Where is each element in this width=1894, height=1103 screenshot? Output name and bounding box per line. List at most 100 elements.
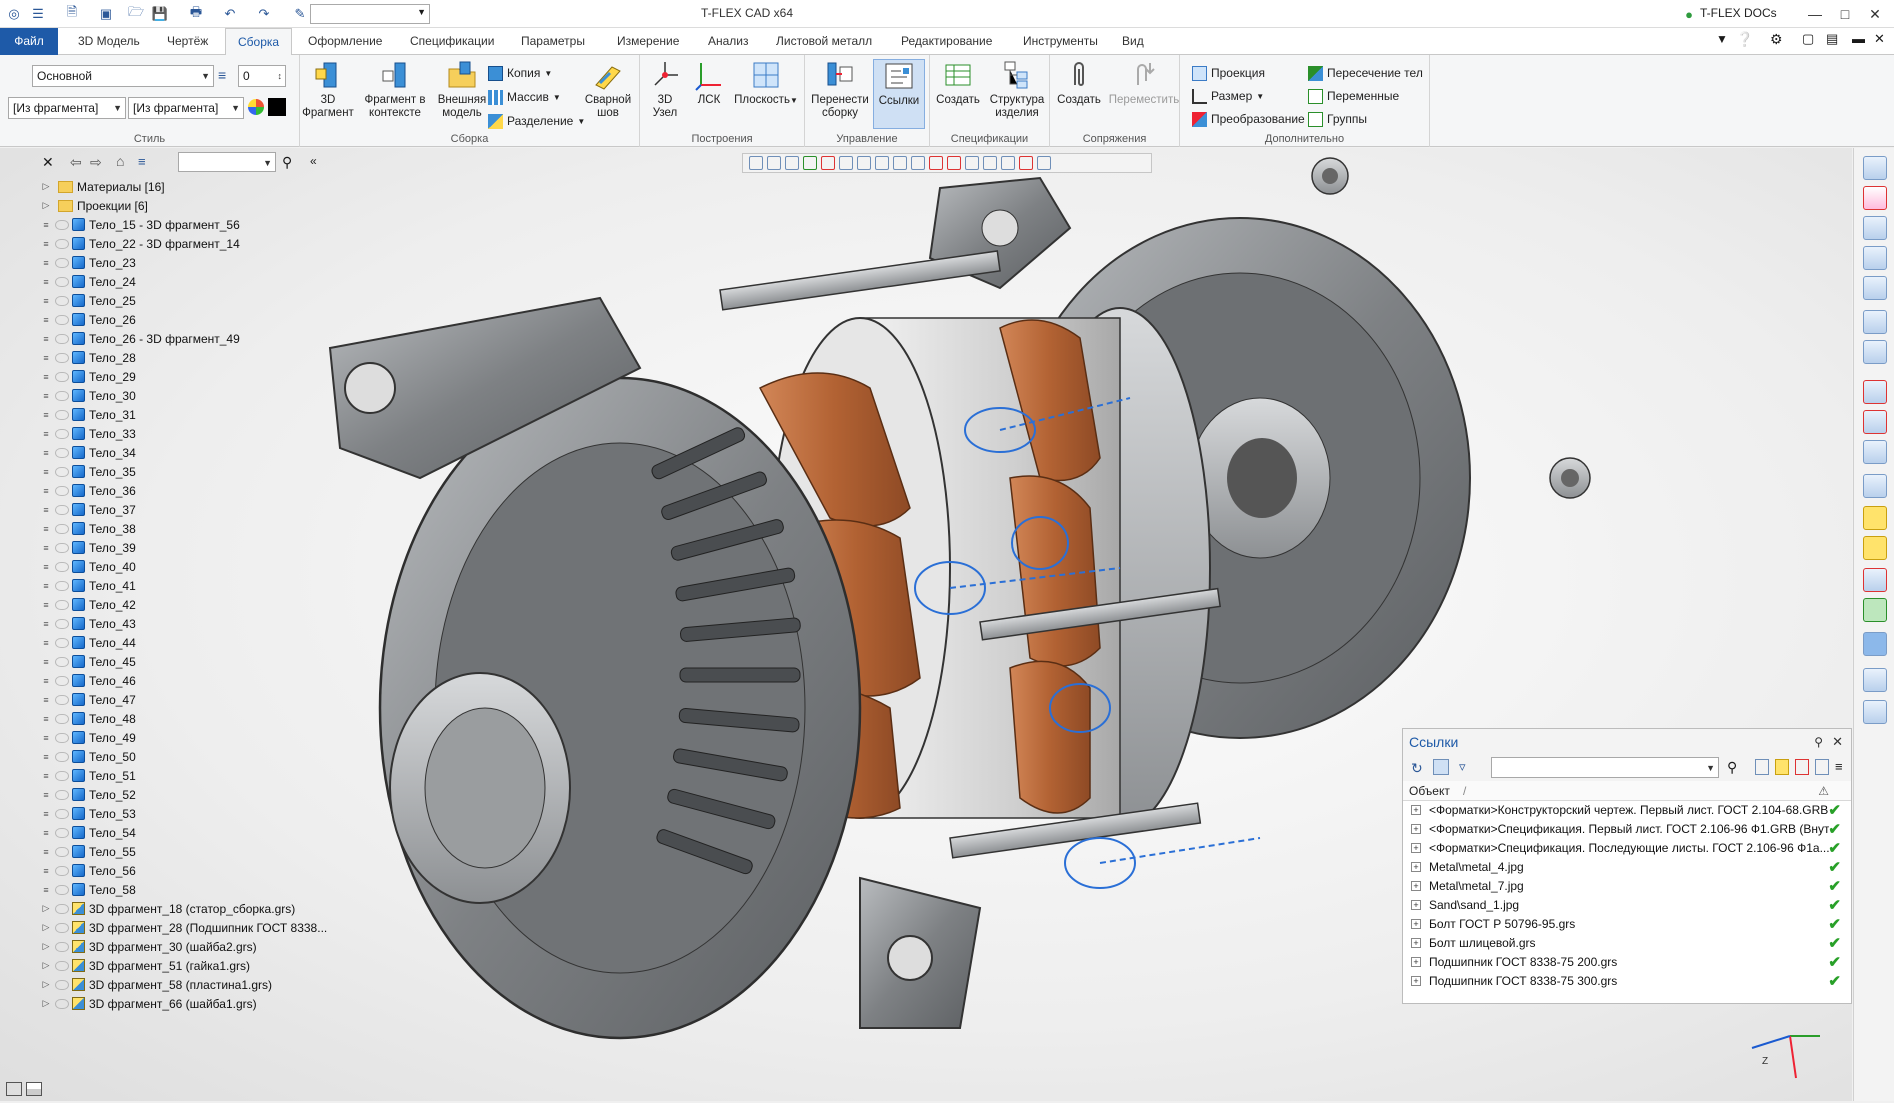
collapse-panel-icon[interactable]: « (310, 154, 317, 168)
forward-icon[interactable]: ⇨ (90, 154, 102, 171)
visibility-eye-icon[interactable] (55, 542, 69, 553)
expand-arrow-icon[interactable]: ▷ (40, 181, 52, 192)
style-combo-1[interactable]: [Из фрагмента] ▼ (8, 97, 126, 119)
color-swatch[interactable] (268, 98, 286, 116)
drag-handle-icon[interactable]: ≡ (40, 505, 52, 515)
link-remove-icon[interactable] (1795, 759, 1809, 775)
tree-item[interactable]: ▷ Проекции [6] (40, 196, 340, 215)
tree-item[interactable]: ≡ Тело_53 (40, 804, 340, 823)
grid-icon[interactable] (857, 156, 871, 170)
visibility-eye-icon[interactable] (55, 276, 69, 287)
visibility-eye-icon[interactable] (55, 466, 69, 477)
expand-plus-icon[interactable]: + (1411, 824, 1421, 834)
layout-split-icon[interactable] (26, 1082, 42, 1096)
tree-item[interactable]: ≡ Тело_26 - 3D фрагмент_49 (40, 329, 340, 348)
expand-plus-icon[interactable]: + (1411, 805, 1421, 815)
wire-cube-icon[interactable] (1863, 474, 1887, 498)
drag-handle-icon[interactable]: ≡ (40, 429, 52, 439)
tree-item[interactable]: ≡ Тело_50 (40, 747, 340, 766)
tree-item[interactable]: ≡ Тело_37 (40, 500, 340, 519)
visibility-eye-icon[interactable] (55, 732, 69, 743)
move-mate-button[interactable]: Переместить (1108, 59, 1180, 107)
fragment-in-context-button[interactable]: Фрагмент в контексте (358, 59, 432, 120)
back-icon[interactable]: ⇦ (70, 154, 82, 171)
window-minimize-doc-icon[interactable]: ▬ (1852, 31, 1865, 46)
drag-handle-icon[interactable]: ≡ (40, 448, 52, 458)
expand-arrow-icon[interactable]: ▷ (40, 998, 52, 1009)
links-button[interactable]: Ссылки (873, 59, 925, 129)
create-spec-button[interactable]: Создать (932, 59, 984, 107)
tree-item[interactable]: ≡ Тело_36 (40, 481, 340, 500)
edit-tools-icon[interactable] (1863, 668, 1887, 692)
tree-item[interactable]: ▷ 3D фрагмент_66 (шайба1.grs) (40, 994, 340, 1013)
expand-arrow-icon[interactable]: ▷ (40, 200, 52, 211)
expand-plus-icon[interactable]: + (1411, 938, 1421, 948)
zoom-all-icon[interactable] (1863, 276, 1887, 300)
weld-button[interactable]: Сварной шов (580, 59, 636, 120)
visibility-eye-icon[interactable] (55, 314, 69, 325)
cube-small-icon[interactable] (1037, 156, 1051, 170)
link-row[interactable]: + <Форматки>Спецификация. Последующие лис… (1403, 839, 1851, 858)
drag-handle-icon[interactable]: ≡ (40, 790, 52, 800)
face-icon[interactable] (929, 156, 943, 170)
tree-item[interactable]: ≡ Тело_24 (40, 272, 340, 291)
drag-handle-icon[interactable]: ≡ (40, 638, 52, 648)
drag-handle-icon[interactable]: ≡ (40, 619, 52, 629)
section-icon[interactable] (875, 156, 889, 170)
tree-item[interactable]: ≡ Тело_54 (40, 823, 340, 842)
drag-handle-icon[interactable]: ≡ (40, 315, 52, 325)
tree-item[interactable]: ≡ Тело_29 (40, 367, 340, 386)
body-intersection-button[interactable]: Пересечение тел (1308, 63, 1423, 83)
expand-plus-icon[interactable]: + (1411, 881, 1421, 891)
visibility-eye-icon[interactable] (55, 846, 69, 857)
drag-handle-icon[interactable]: ≡ (40, 600, 52, 610)
color-palette-icon[interactable] (248, 99, 264, 115)
window-close-doc-icon[interactable]: ✕ (1874, 31, 1885, 47)
section-plane-icon[interactable] (1863, 568, 1887, 592)
layer-combo[interactable]: Основной ▼ (32, 65, 214, 87)
tab-3d-model[interactable]: 3D Модель (66, 28, 152, 55)
visibility-eye-icon[interactable] (55, 979, 69, 990)
visibility-eye-icon[interactable] (55, 675, 69, 686)
copy-button[interactable]: Копия ▼ (488, 63, 552, 83)
expand-arrow-icon[interactable]: ▷ (40, 979, 52, 990)
visibility-eye-icon[interactable] (55, 656, 69, 667)
maximize-button[interactable]: □ (1830, 2, 1860, 26)
visibility-eye-icon[interactable] (55, 960, 69, 971)
tree-item[interactable]: ≡ Тело_58 (40, 880, 340, 899)
array-button[interactable]: Массив ▼ (488, 87, 561, 107)
select-all-icon[interactable] (785, 156, 799, 170)
help-icon[interactable]: ❔ (1736, 31, 1753, 48)
tree-item[interactable]: ▷ 3D фрагмент_18 (статор_сборка.grs) (40, 899, 340, 918)
visibility-eye-icon[interactable] (55, 827, 69, 838)
tree-item[interactable]: ≡ Тело_45 (40, 652, 340, 671)
drag-handle-icon[interactable]: ≡ (40, 733, 52, 743)
link-row[interactable]: + Болт ГОСТ Р 50796-95.grs ✔ (1403, 915, 1851, 934)
visibility-eye-icon[interactable] (55, 998, 69, 1009)
cube-edge-icon[interactable] (965, 156, 979, 170)
green-plane-icon[interactable] (1863, 598, 1887, 622)
tree-item[interactable]: ≡ Тело_22 - 3D фрагмент_14 (40, 234, 340, 253)
visibility-eye-icon[interactable] (55, 238, 69, 249)
drag-handle-icon[interactable]: ≡ (40, 866, 52, 876)
drag-handle-icon[interactable]: ≡ (40, 258, 52, 268)
window-tile-icon[interactable]: ▤ (1826, 31, 1838, 47)
tree-item[interactable]: ≡ Тело_52 (40, 785, 340, 804)
settings-gear-icon[interactable]: ⚙ (1770, 31, 1783, 48)
drag-handle-icon[interactable]: ≡ (40, 277, 52, 287)
tab-formatting[interactable]: Оформление (296, 28, 394, 55)
drag-handle-icon[interactable]: ≡ (40, 467, 52, 477)
tree-item[interactable]: ≡ Тело_35 (40, 462, 340, 481)
refresh-icon[interactable]: ↻ (1411, 760, 1423, 777)
lcs-button[interactable]: ЛСК (688, 59, 730, 107)
links-column-header[interactable]: Объект / ⚠ (1403, 781, 1851, 801)
expand-plus-icon[interactable]: + (1411, 900, 1421, 910)
tree-item[interactable]: ≡ Тело_55 (40, 842, 340, 861)
zoom-icon[interactable] (1863, 216, 1887, 240)
create-mate-button[interactable]: Создать (1052, 59, 1106, 107)
tree-item[interactable]: ▷ 3D фрагмент_28 (Подшипник ГОСТ 8338... (40, 918, 340, 937)
tree-item[interactable]: ▷ 3D фрагмент_51 (гайка1.grs) (40, 956, 340, 975)
tree-item[interactable]: ≡ Тело_56 (40, 861, 340, 880)
drag-handle-icon[interactable]: ≡ (40, 809, 52, 819)
style-combo-2[interactable]: [Из фрагмента] ▼ (128, 97, 244, 119)
